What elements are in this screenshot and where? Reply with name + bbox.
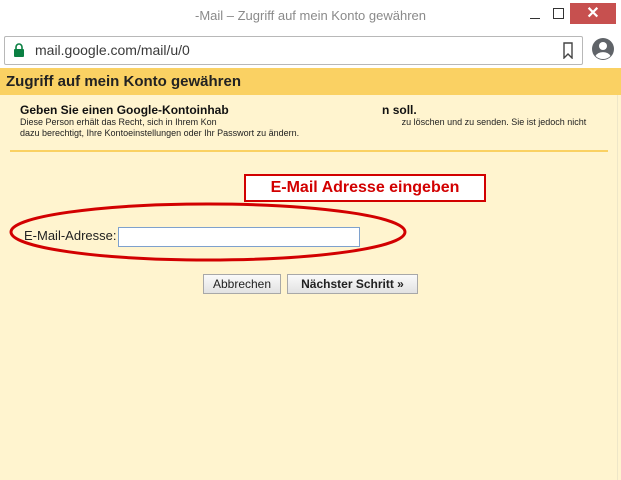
- lock-icon: [14, 43, 24, 57]
- maximize-icon[interactable]: [549, 3, 569, 25]
- browser-toolbar: mail.google.com/mail/u/0: [0, 32, 621, 69]
- profile-icon[interactable]: [591, 37, 615, 61]
- address-bar[interactable]: mail.google.com/mail/u/0: [4, 36, 583, 65]
- cancel-button[interactable]: Abbrechen: [203, 274, 281, 294]
- minimize-icon[interactable]: [525, 3, 547, 25]
- email-label: E-Mail-Adresse:: [24, 228, 117, 243]
- annotation-callout: E-Mail Adresse eingeben: [244, 174, 486, 202]
- next-step-button[interactable]: Nächster Schritt »: [287, 274, 418, 294]
- email-input[interactable]: [118, 227, 360, 247]
- annotation-callout-text: E-Mail Adresse eingeben: [270, 179, 460, 196]
- close-icon[interactable]: ✕: [570, 3, 616, 24]
- dialog-page: Zugriff auf mein Konto gewähren Geben Si…: [0, 68, 621, 480]
- url-text: mail.google.com/mail/u/0: [35, 42, 190, 58]
- window-titlebar: -Mail – Zugriff auf mein Konto gewähren …: [0, 0, 621, 32]
- bookmark-icon[interactable]: [561, 42, 575, 59]
